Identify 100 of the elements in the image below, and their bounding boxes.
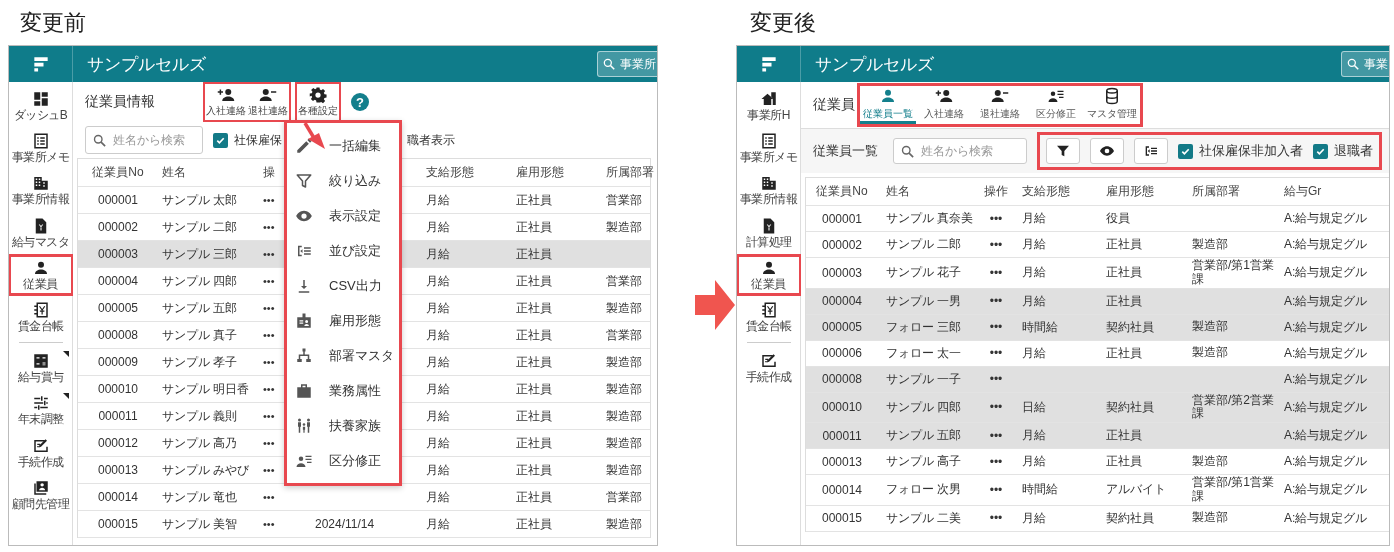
- table-cell-text: A:給与規定グル: [1283, 370, 1369, 388]
- sidebar-item[interactable]: 計算処理: [738, 214, 799, 251]
- table-cell-text: •••: [988, 511, 1004, 526]
- sidebar-item[interactable]: 事業所H: [738, 88, 799, 125]
- sidebar-item[interactable]: 賃金台帳: [10, 298, 71, 336]
- sidebar-item[interactable]: 手続作成: [10, 434, 71, 471]
- search-field[interactable]: 姓名から検索: [85, 126, 203, 154]
- org-chart-icon: [295, 346, 313, 365]
- list-icon: [759, 132, 778, 151]
- grid-icon: [31, 90, 50, 108]
- table-cell-text: 000011: [821, 428, 863, 443]
- table-cell-text: 月給: [425, 272, 451, 290]
- tab[interactable]: 従業員一覧: [860, 86, 916, 124]
- sidebar-item[interactable]: ダッシュB: [10, 88, 71, 125]
- checkbox-label: 社保雇保非加入者: [1199, 142, 1303, 160]
- id-badge-icon: [295, 311, 313, 330]
- menu-item[interactable]: 業務属性: [287, 373, 399, 408]
- icon-button[interactable]: [1134, 138, 1168, 164]
- table-cell-text: A:給与規定グル: [1283, 264, 1369, 282]
- table-cell-text: 日給: [1021, 398, 1047, 416]
- toolbar-button[interactable]: 入社連絡: [205, 84, 247, 120]
- sidebar-item[interactable]: 年末調整: [10, 392, 71, 429]
- table-cell-text: 時間給: [1021, 318, 1059, 336]
- menu-item[interactable]: 絞り込み: [287, 163, 399, 198]
- table-cell-text: サンプル 竜也: [161, 488, 239, 506]
- sidebar-item[interactable]: 事業所情報: [10, 172, 71, 209]
- sidebar-item[interactable]: 従業員: [738, 256, 799, 293]
- tab[interactable]: マスタ管理: [1084, 86, 1140, 124]
- sidebar-item[interactable]: 手続作成: [738, 350, 799, 387]
- tab[interactable]: 入社連絡: [916, 86, 972, 124]
- table-cell-text: 営業部/第1営業課: [1191, 259, 1275, 287]
- menu-item[interactable]: 一括編集: [287, 128, 399, 163]
- table-cell-text: サンプル みやび: [161, 461, 251, 479]
- menu-item[interactable]: 区分修正: [287, 443, 399, 478]
- icon-button[interactable]: [1090, 138, 1124, 164]
- column-header: 操作: [983, 183, 1009, 200]
- sidebar-item[interactable]: 事業所情報: [738, 172, 799, 209]
- table-cell-text: 000001: [96, 193, 139, 207]
- table-cell-text: 正社員: [515, 461, 553, 479]
- sidebar-item[interactable]: 事業所メモ: [10, 130, 71, 167]
- eye-icon: [1099, 143, 1115, 159]
- table-cell-text: サンプル 一子: [885, 370, 963, 388]
- table-cell-text: A:給与規定グル: [1283, 210, 1369, 227]
- menu-item[interactable]: 並び設定: [287, 233, 399, 268]
- table-cell-text: 000008: [96, 328, 139, 342]
- table-cell-text: 000010: [96, 382, 139, 396]
- column-header: 従業員No: [91, 164, 145, 181]
- building-icon: [31, 174, 50, 193]
- building-icon: [759, 174, 778, 193]
- help-button[interactable]: ?: [351, 93, 369, 111]
- toolbar-button[interactable]: 各種設定: [297, 84, 339, 120]
- sidebar-item[interactable]: 給与マスタ: [10, 214, 71, 251]
- annotation-arrow: [302, 123, 326, 149]
- table-cell-text: A:給与規定グル: [1283, 344, 1369, 362]
- sort-icon: [1143, 143, 1159, 159]
- table-cell-text: 月給: [1021, 264, 1047, 282]
- table-cell-text: フォロー 太一: [885, 344, 963, 362]
- sidebar-item[interactable]: 事業所メモ: [738, 130, 799, 167]
- table-cell-text: 月給: [1021, 453, 1047, 471]
- menu-item[interactable]: 扶養家族: [287, 408, 399, 443]
- table-cell-text: A:給与規定グル: [1283, 481, 1369, 499]
- table-cell-text: 製造部: [605, 218, 643, 236]
- table-cell-text: 月給: [425, 245, 451, 263]
- sidebar-item[interactable]: 給与賞与: [10, 350, 71, 387]
- table-cell-text: 月給: [425, 353, 451, 371]
- table-cell-text: A:給与規定グル: [1283, 318, 1369, 336]
- caption: 変更後: [749, 8, 817, 37]
- checkbox[interactable]: [213, 132, 228, 148]
- menu-item[interactable]: CSV出力: [287, 268, 399, 303]
- menu-item[interactable]: 雇用形態: [287, 303, 399, 338]
- tab[interactable]: 区分修正: [1028, 86, 1084, 124]
- person-remove-icon: [259, 86, 277, 104]
- checkbox[interactable]: [1313, 143, 1328, 159]
- table-cell-text: サンプル 二美: [885, 509, 963, 527]
- table-cell-text: 月給: [1021, 509, 1047, 527]
- list-title: 従業員一覧: [813, 142, 879, 160]
- toolbar-button[interactable]: 退社連絡: [247, 84, 289, 120]
- ledger-icon: [759, 300, 778, 319]
- table-cell-text: •••: [262, 248, 276, 260]
- table-cell-text: サンプル 五郎: [161, 299, 239, 317]
- checkbox[interactable]: [1178, 143, 1193, 159]
- icon-button[interactable]: [1046, 138, 1080, 164]
- filter-icon: [1055, 143, 1071, 159]
- tab[interactable]: 退社連絡: [972, 86, 1028, 124]
- app-title: サンプルセルズ: [86, 53, 206, 76]
- search-field[interactable]: 姓名から検索: [893, 138, 1027, 164]
- table-cell-text: 契約社員: [1105, 318, 1155, 336]
- table-cell-text: •••: [988, 428, 1004, 443]
- table-cell-text: サンプル 孝子: [161, 353, 239, 371]
- table-cell-text: 000003: [96, 247, 139, 261]
- table-cell-text: •••: [262, 302, 276, 314]
- table-cell-text: 正社員: [1105, 453, 1143, 471]
- sidebar-item[interactable]: 従業員: [10, 256, 71, 293]
- sidebar-item[interactable]: 顧問先管理: [10, 476, 71, 513]
- app-title: サンプルセルズ: [814, 53, 934, 76]
- sidebar-item[interactable]: 賃金台帳: [738, 298, 799, 336]
- menu-item[interactable]: 部署マスタ: [287, 338, 399, 373]
- table-cell-text: 製造部: [1191, 454, 1229, 469]
- menu-item[interactable]: 表示設定: [287, 198, 399, 233]
- table-cell-text: •••: [262, 410, 276, 422]
